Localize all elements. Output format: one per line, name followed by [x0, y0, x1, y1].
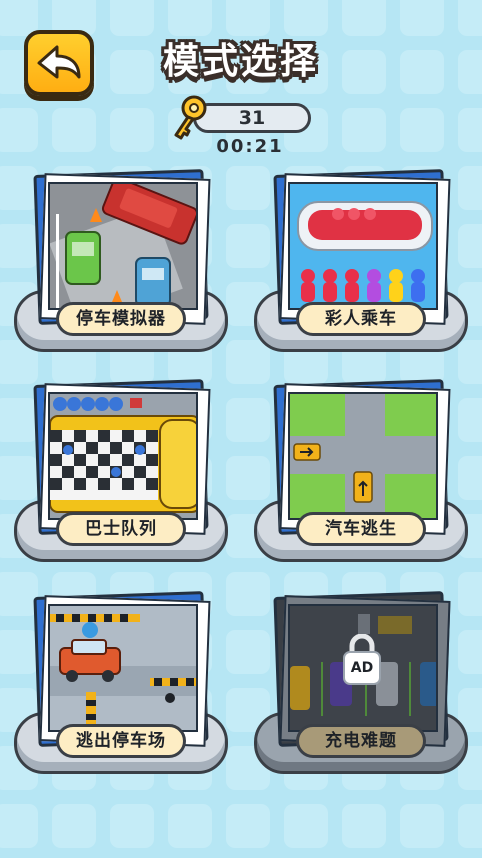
color-people-ride-thumbnail [288, 182, 438, 310]
background-tile [168, 804, 212, 848]
background-tile [400, 0, 444, 36]
escape-parking-lot-thumbnail [48, 604, 198, 732]
background-tile [342, 0, 386, 36]
mode-card-car-escape[interactable]: 汽车逃生 [254, 379, 468, 562]
key-icon [174, 95, 207, 140]
background-tile [226, 804, 270, 848]
bus-queue-thumbnail [48, 392, 198, 520]
timer: 00:21 [216, 136, 284, 157]
mode-label: 巴士队列 [56, 512, 186, 546]
mode-label: 彩人乘车 [296, 302, 426, 336]
background-tile [226, 0, 270, 36]
background-tile [284, 0, 328, 36]
mode-label: 逃出停车场 [56, 724, 186, 758]
ad-badge: AD [350, 660, 374, 676]
mode-card-bus-queue[interactable]: 巴士队列 [14, 379, 228, 562]
mode-label: 汽车逃生 [296, 512, 426, 546]
mode-label: 充电难题 [296, 724, 426, 758]
background-tile [52, 804, 96, 848]
background-tile [458, 804, 482, 848]
parking-simulator-thumbnail [48, 182, 198, 310]
background-tile [110, 0, 154, 36]
background-tile [458, 0, 482, 36]
background-tile [0, 804, 38, 848]
car-escape-thumbnail [288, 392, 438, 520]
mode-label: 停车模拟器 [56, 302, 186, 336]
key-count-value: 31 [238, 107, 266, 129]
background-tile [400, 804, 444, 848]
mode-card-color-people-ride[interactable]: 彩人乘车 [254, 169, 468, 352]
mode-card-escape-parking-lot[interactable]: 逃出停车场 [14, 591, 228, 774]
background-tile [168, 0, 212, 36]
page-title: 模式选择 [162, 41, 319, 82]
background-tile [342, 804, 386, 848]
background-tile [110, 804, 154, 848]
background-tile [284, 804, 328, 848]
mode-card-charging-puzzle[interactable]: AD 充电难题 [254, 591, 468, 774]
mode-card-parking-simulator[interactable]: 停车模拟器 [14, 169, 228, 352]
